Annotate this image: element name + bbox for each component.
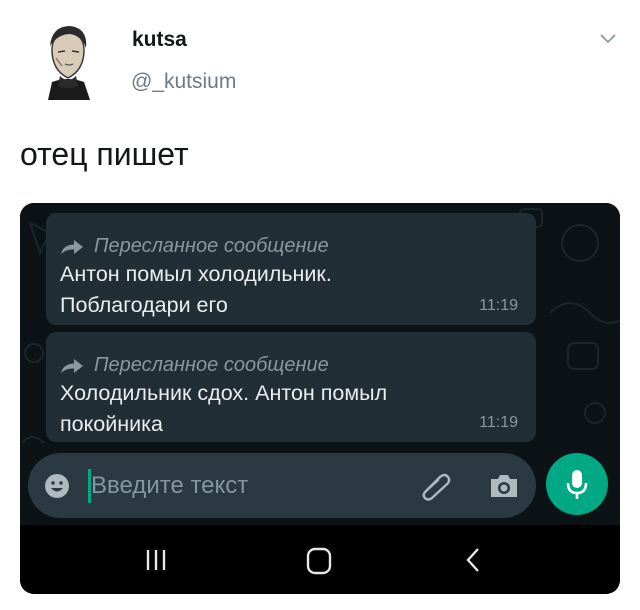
message-input-bar[interactable]: Введите текст: [28, 453, 536, 518]
message-input[interactable]: Введите текст: [91, 472, 248, 500]
home-icon[interactable]: [306, 547, 332, 575]
forwarded-label: Пересланное сообщение: [94, 235, 329, 257]
forwarded-header: Пересланное сообщение: [60, 354, 329, 377]
chat-screenshot: Пересланное сообщение Антон помыл холоди…: [20, 203, 620, 594]
message-time: 11:19: [479, 297, 518, 314]
paperclip-icon[interactable]: [418, 471, 452, 501]
forward-arrow-icon: [61, 358, 83, 373]
message-bubble[interactable]: Пересланное сообщение Холодильник сдох. …: [46, 332, 536, 442]
avatar[interactable]: [38, 20, 98, 100]
tweet-text: отец пишет: [20, 136, 189, 172]
forwarded-label: Пересланное сообщение: [94, 354, 329, 376]
chevron-down-icon[interactable]: [598, 32, 618, 46]
microphone-button[interactable]: [546, 453, 608, 515]
system-navigation-bar: [20, 525, 620, 594]
microphone-icon: [566, 470, 588, 499]
user-handle[interactable]: @_kutsium: [131, 70, 236, 94]
display-name[interactable]: kutsa: [132, 28, 187, 52]
forwarded-header: Пересланное сообщение: [60, 235, 329, 258]
recent-apps-icon[interactable]: [144, 548, 168, 572]
message-text: Холодильник сдох. Антон помыл покойника: [60, 381, 388, 436]
message-bubble[interactable]: Пересланное сообщение Антон помыл холоди…: [46, 213, 536, 325]
camera-icon[interactable]: [488, 472, 520, 500]
back-icon[interactable]: [466, 547, 480, 573]
emoji-icon[interactable]: [44, 473, 70, 499]
message-text: Антон помыл холодильник. Поблагодари его: [60, 262, 332, 317]
message-time: 11:19: [479, 414, 518, 431]
forward-arrow-icon: [61, 239, 83, 254]
